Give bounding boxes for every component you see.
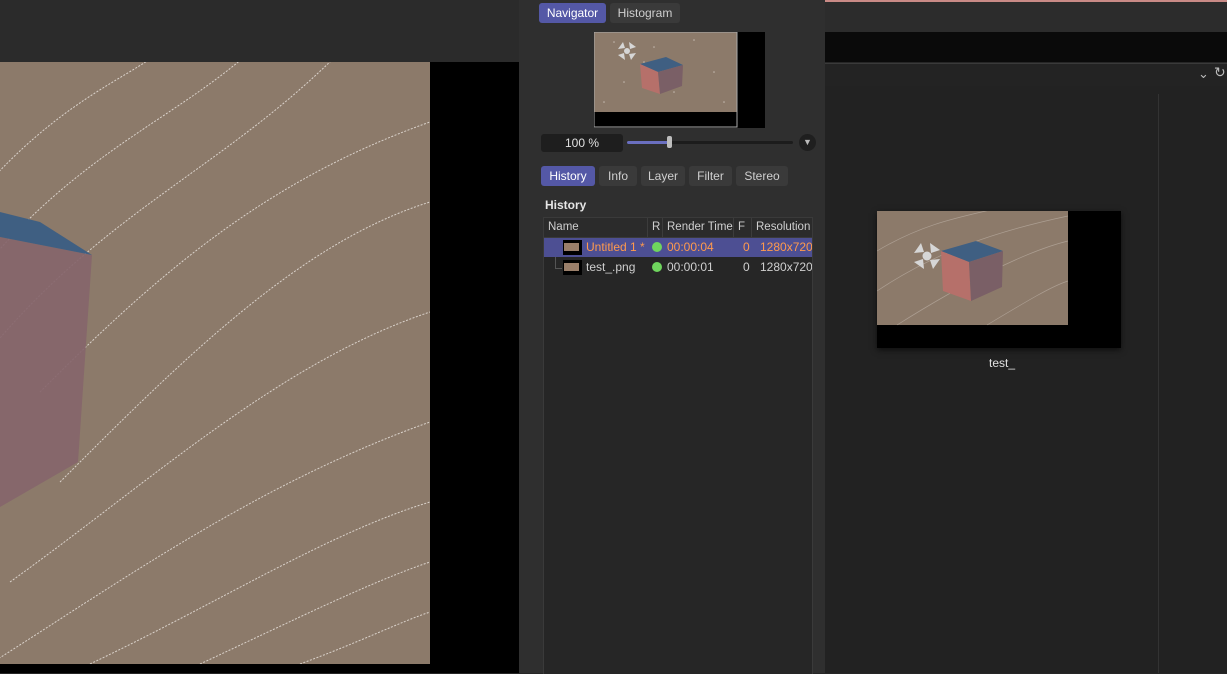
tab-info[interactable]: Info xyxy=(599,166,637,186)
history-title: History xyxy=(545,198,587,212)
row-thumbnail xyxy=(563,240,582,255)
chevron-down-icon[interactable]: ⌄ xyxy=(1198,66,1209,82)
zoom-input[interactable]: 100 % xyxy=(541,134,623,152)
row-name: test_.png xyxy=(586,260,636,274)
status-dot xyxy=(652,242,662,252)
history-row[interactable]: test_.png 00:00:01 0 1280x720 xyxy=(544,258,812,277)
render-view xyxy=(0,62,430,664)
status-dot xyxy=(652,262,662,272)
refresh-icon[interactable]: ↻ xyxy=(1214,64,1226,81)
image-thumbnail[interactable] xyxy=(876,205,1121,348)
row-name: Untitled 1 * xyxy=(586,240,645,254)
row-thumbnail xyxy=(563,260,582,275)
tab-filter[interactable]: Filter xyxy=(689,166,732,186)
column-header-name[interactable]: Name xyxy=(544,218,648,237)
zoom-slider-fill xyxy=(627,141,669,144)
row-f: 0 xyxy=(743,240,750,254)
column-header-r[interactable]: R xyxy=(648,218,663,237)
tab-navigator[interactable]: Navigator xyxy=(539,3,606,23)
viewport-toolbar xyxy=(0,0,519,62)
history-table: Name R Render Time F Resolution Untitled… xyxy=(543,217,813,674)
window-accent-bar xyxy=(825,0,1227,2)
browser-dropdown[interactable] xyxy=(825,63,1227,87)
browser-toolbar xyxy=(825,0,1227,32)
column-header-f[interactable]: F xyxy=(734,218,752,237)
browser-path-bar xyxy=(825,32,1227,62)
tab-layer[interactable]: Layer xyxy=(641,166,685,186)
history-header: Name R Render Time F Resolution xyxy=(544,218,812,238)
tab-stereo[interactable]: Stereo xyxy=(736,166,788,186)
render-viewport[interactable] xyxy=(0,62,519,673)
thumbnail-caption: test_ xyxy=(988,356,1015,370)
column-header-render-time[interactable]: Render Time xyxy=(663,218,734,237)
row-render-time: 00:00:01 xyxy=(667,260,714,274)
zoom-slider-handle[interactable] xyxy=(667,136,672,148)
navigator-preview xyxy=(593,31,738,128)
row-resolution: 1280x720 xyxy=(760,240,813,254)
tab-histogram[interactable]: Histogram xyxy=(610,3,680,23)
row-f: 0 xyxy=(743,260,750,274)
tab-history[interactable]: History xyxy=(541,166,595,186)
row-render-time: 00:00:04 xyxy=(667,240,714,254)
navigator-panel: Navigator Histogram 100 % ▼ History Info La… xyxy=(519,0,825,674)
browser-content xyxy=(825,86,1227,673)
thumbnail-preview xyxy=(876,205,1069,326)
browser-divider xyxy=(1158,94,1159,673)
row-resolution: 1280x720 xyxy=(760,260,813,274)
navigator-thumbnail[interactable] xyxy=(593,31,765,128)
column-header-resolution[interactable]: Resolution xyxy=(752,218,812,237)
chevron-down-icon[interactable]: ▼ xyxy=(799,134,816,151)
history-row[interactable]: Untitled 1 * 00:00:04 0 1280x720 xyxy=(544,238,812,257)
